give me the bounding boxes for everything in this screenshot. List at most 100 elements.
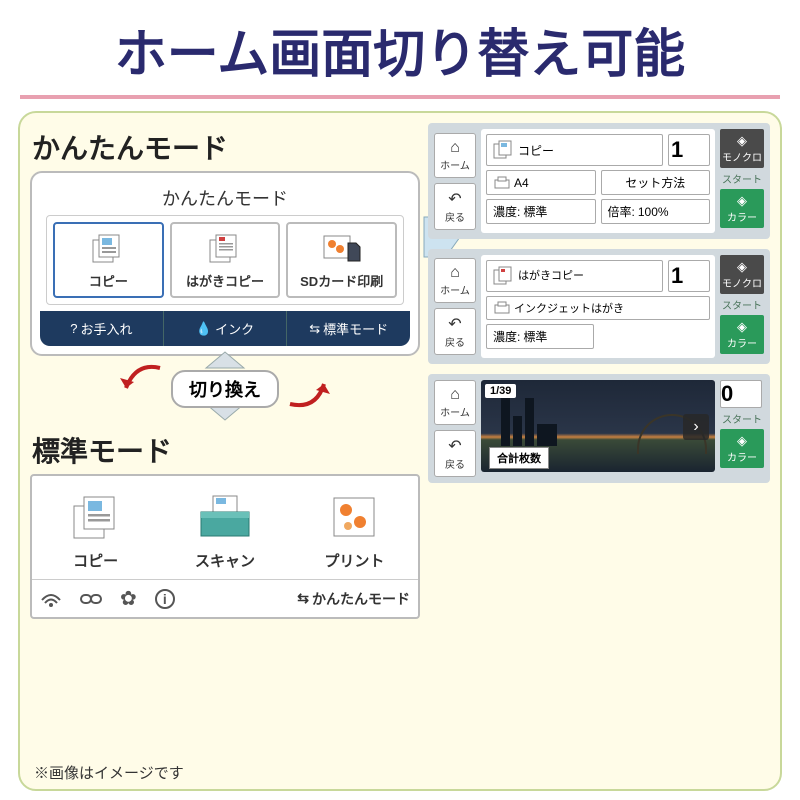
- color-start-button[interactable]: ◈カラー: [720, 315, 764, 354]
- tile-copy[interactable]: コピー: [53, 222, 164, 298]
- copy-main: コピー 1 A4 セット方法 濃度:標準 倍率:100%: [481, 129, 715, 233]
- back-button[interactable]: ↶戻る: [434, 430, 476, 477]
- swap-icon: ⇆: [297, 590, 309, 607]
- arrow-ccw-icon: [118, 358, 168, 408]
- diamond-icon: ◈: [720, 193, 764, 209]
- divider: [20, 95, 780, 99]
- start-column: ◈モノクロ スタート ◈カラー: [720, 255, 764, 358]
- start-column: ◈モノクロ スタート ◈カラー: [720, 129, 764, 233]
- back-icon: ↶: [435, 189, 475, 209]
- start-label: スタート: [720, 171, 764, 186]
- copy-title-box: コピー: [486, 134, 663, 166]
- switch-area: 切り換え: [30, 352, 420, 426]
- maintenance-button[interactable]: ?お手入れ: [40, 311, 164, 346]
- copy-settings-screen: ⌂ホーム ↶戻る コピー 1 A4 セット方法: [428, 123, 770, 239]
- tile-print[interactable]: プリント: [299, 490, 410, 571]
- swap-icon: ⇆: [309, 321, 320, 337]
- standard-mode-button[interactable]: ⇆標準モード: [287, 311, 410, 346]
- back-button[interactable]: ↶戻る: [434, 308, 476, 355]
- standard-bottom-bar: ✿ i ⇆かんたんモード: [32, 579, 418, 617]
- arrow-up-icon: [202, 348, 248, 370]
- diamond-icon: ◈: [720, 319, 764, 335]
- diamond-icon: ◈: [720, 259, 764, 275]
- back-icon: ↶: [435, 436, 475, 456]
- hagaki-icon: [174, 230, 277, 268]
- color-start-button[interactable]: ◈カラー: [720, 429, 764, 468]
- home-button[interactable]: ⌂ホーム: [434, 380, 476, 425]
- ink-button[interactable]: 💧インク: [164, 311, 288, 346]
- start-column: 0 スタート ◈カラー: [720, 380, 764, 477]
- home-button[interactable]: ⌂ホーム: [434, 133, 476, 178]
- easy-mode-screen: かんたんモード コピー はがきコピー: [30, 171, 420, 356]
- tile-label: コピー: [40, 550, 151, 571]
- standard-mode-heading: 標準モード: [30, 426, 420, 474]
- standard-tiles: コピー スキャン プリント: [32, 476, 418, 579]
- page-indicator: 1/39: [485, 384, 516, 398]
- right-column: ⌂ホーム ↶戻る コピー 1 A4 セット方法: [428, 123, 770, 493]
- tile-sd-print[interactable]: SDカード印刷: [286, 222, 397, 298]
- sd-print-icon: [290, 230, 393, 268]
- print-icon: [299, 490, 410, 546]
- standard-mode-screen: コピー スキャン プリント ✿ i: [30, 474, 420, 619]
- drop-icon: 💧: [196, 321, 212, 337]
- gear-icon[interactable]: ✿: [120, 586, 137, 611]
- photo-preview[interactable]: 1/39 › 合計枚数: [481, 380, 715, 472]
- home-button[interactable]: ⌂ホーム: [434, 258, 476, 303]
- mono-start-button[interactable]: ◈モノクロ: [720, 255, 764, 294]
- tile-label: プリント: [299, 550, 410, 571]
- question-icon: ?: [70, 321, 77, 336]
- mono-start-button[interactable]: ◈モノクロ: [720, 129, 764, 168]
- start-label: スタート: [720, 297, 764, 312]
- easy-mode-heading: かんたんモード: [30, 123, 420, 171]
- home-icon: ⌂: [435, 264, 475, 282]
- scan-icon: [169, 490, 280, 546]
- easy-bottom-bar: ?お手入れ 💧インク ⇆標準モード: [40, 311, 410, 346]
- printer-icon: [493, 176, 511, 190]
- easy-mode-switch[interactable]: ⇆かんたんモード: [297, 589, 410, 609]
- tile-label: コピー: [57, 271, 160, 290]
- tile-label: スキャン: [169, 550, 280, 571]
- hagaki-settings-screen: ⌂ホーム ↶戻る はがきコピー 1 インクジェットはがき: [428, 249, 770, 364]
- color-start-button[interactable]: ◈カラー: [720, 189, 764, 228]
- hagaki-icon: [493, 266, 515, 286]
- photo-print-screen: ⌂ホーム ↶戻る 1/39 › 合計枚数 0 スタート ◈カラー: [428, 374, 770, 483]
- ratio-box[interactable]: 倍率:100%: [601, 199, 711, 224]
- media-box[interactable]: インクジェットはがき: [486, 296, 710, 320]
- chevron-right-icon: ›: [693, 418, 698, 436]
- hagaki-main: はがきコピー 1 インクジェットはがき 濃度:標準: [481, 255, 715, 358]
- diamond-icon: ◈: [720, 433, 764, 449]
- link-icon[interactable]: [80, 592, 102, 606]
- home-icon: ⌂: [435, 386, 475, 404]
- copy-icon: [57, 230, 160, 268]
- next-button[interactable]: ›: [683, 414, 709, 440]
- paper-box[interactable]: A4: [486, 170, 596, 195]
- total-count-label[interactable]: 合計枚数: [489, 447, 549, 469]
- set-method-box[interactable]: セット方法: [601, 170, 711, 195]
- hagaki-title-box: はがきコピー: [486, 260, 663, 292]
- nav-column: ⌂ホーム ↶戻る: [434, 380, 476, 477]
- tile-scan[interactable]: スキャン: [169, 490, 280, 571]
- density-box[interactable]: 濃度:標準: [486, 324, 594, 349]
- tile-hagaki-copy[interactable]: はがきコピー: [170, 222, 281, 298]
- copy-icon: [40, 490, 151, 546]
- page-title: ホーム画面切り替え可能: [0, 0, 800, 95]
- printer-icon: [493, 301, 511, 315]
- tile-copy[interactable]: コピー: [40, 490, 151, 571]
- info-icon[interactable]: i: [155, 589, 175, 609]
- cathedral-silhouette: [501, 398, 567, 446]
- easy-subheader: かんたんモード: [40, 181, 410, 215]
- easy-tiles: コピー はがきコピー SDカード印刷: [46, 215, 404, 305]
- tile-label: はがきコピー: [174, 271, 277, 290]
- hagaki-count[interactable]: 1: [668, 260, 710, 292]
- photo-count[interactable]: 0: [720, 380, 762, 408]
- back-button[interactable]: ↶戻る: [434, 183, 476, 230]
- diamond-icon: ◈: [720, 133, 764, 149]
- switch-label: 切り換え: [171, 370, 279, 408]
- left-column: かんたんモード かんたんモード コピー はがきコピー: [30, 123, 420, 619]
- density-box[interactable]: 濃度:標準: [486, 199, 596, 224]
- wifi-icon[interactable]: [40, 590, 62, 608]
- home-icon: ⌂: [435, 139, 475, 157]
- nav-column: ⌂ホーム ↶戻る: [434, 129, 476, 233]
- arrow-cw-icon: [282, 366, 332, 416]
- copy-count[interactable]: 1: [668, 134, 710, 166]
